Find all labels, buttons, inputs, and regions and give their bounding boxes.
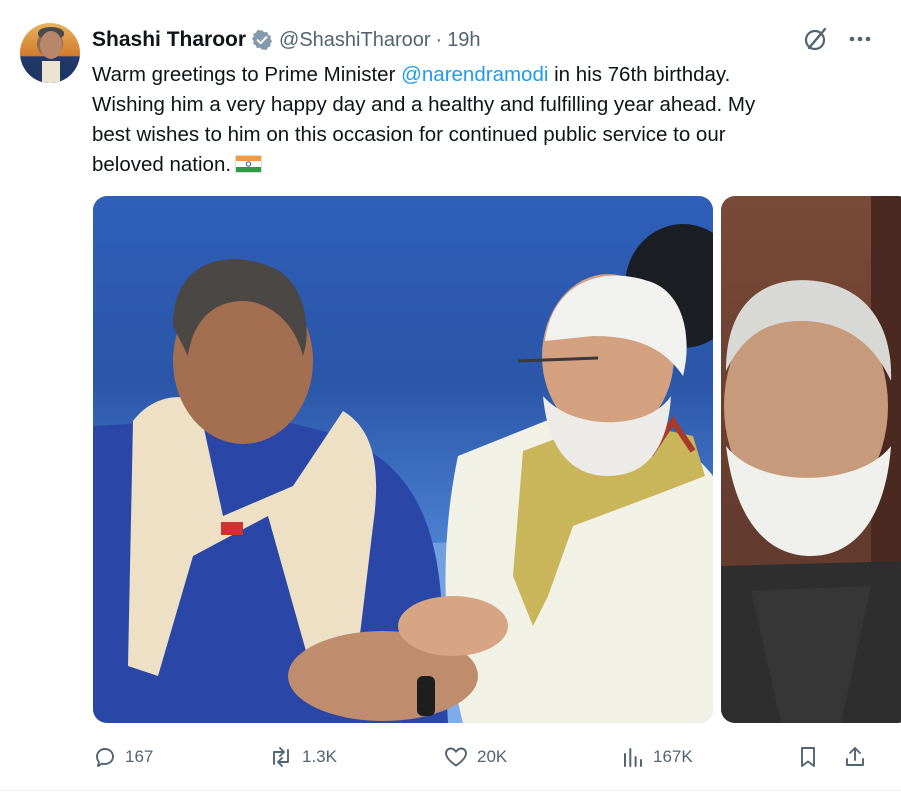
verified-badge-icon [251, 29, 273, 51]
views-button[interactable]: 167K [621, 742, 693, 772]
more-options-icon[interactable] [849, 36, 871, 42]
heart-icon [443, 745, 469, 769]
author-name[interactable]: Shashi Tharoor [92, 28, 246, 52]
photo-modi-portrait[interactable] [721, 196, 901, 723]
share-button[interactable] [843, 742, 867, 772]
like-count: 20K [477, 747, 508, 766]
views-count: 167K [653, 747, 693, 766]
reply-icon [93, 745, 117, 769]
india-flag-icon [235, 152, 263, 173]
share-icon [843, 745, 867, 769]
reply-count: 167 [125, 747, 154, 766]
tweet-text-line-3: best wishes to him on this occasion for … [92, 123, 726, 146]
repost-count: 1.3K [302, 747, 337, 766]
tweet-text-line-4: beloved nation. [92, 150, 852, 180]
tweet-timestamp[interactable]: 19h [447, 29, 480, 52]
repost-button[interactable]: 1.3K [268, 742, 337, 772]
bookmark-button[interactable] [797, 742, 819, 772]
tweet-text-line-2: Wishing him a very happy day and a healt… [92, 93, 756, 116]
header-separator: · [435, 28, 443, 51]
tweet-text-end: beloved nation. [92, 153, 232, 176]
author-avatar[interactable] [20, 23, 80, 83]
tweet-top-icons [803, 26, 871, 52]
photo-tharoor-modi-handshake[interactable] [93, 196, 713, 723]
tweet-card[interactable]: Shashi Tharoor @ShashiTharoor · 19h Warm… [0, 0, 901, 795]
tweet-media[interactable] [93, 196, 901, 723]
views-chart-icon [621, 745, 645, 769]
avatar-scarf [42, 61, 60, 83]
avatar-face [40, 31, 62, 59]
mention-link[interactable]: @narendramodi [401, 63, 548, 86]
tweet-header: Shashi Tharoor @ShashiTharoor · 19h [92, 27, 481, 53]
bookmark-icon [797, 745, 819, 769]
tweet-divider [0, 790, 901, 791]
tweet-text-line-1: Warm greetings to Prime Minister @narend… [92, 60, 852, 90]
tweet-actions-bar: 167 1.3K 20K 167K [93, 742, 873, 772]
grok-icon[interactable] [803, 26, 829, 52]
like-button[interactable]: 20K [443, 742, 507, 772]
reply-button[interactable]: 167 [93, 742, 153, 772]
repost-icon [268, 745, 294, 769]
tweet-text-suffix: in his 76th birthday. [548, 63, 731, 86]
tweet-text: Warm greetings to Prime Minister @narend… [92, 60, 852, 180]
author-handle[interactable]: @ShashiTharoor [279, 29, 430, 52]
tweet-text-prefix: Warm greetings to Prime Minister [92, 63, 402, 86]
